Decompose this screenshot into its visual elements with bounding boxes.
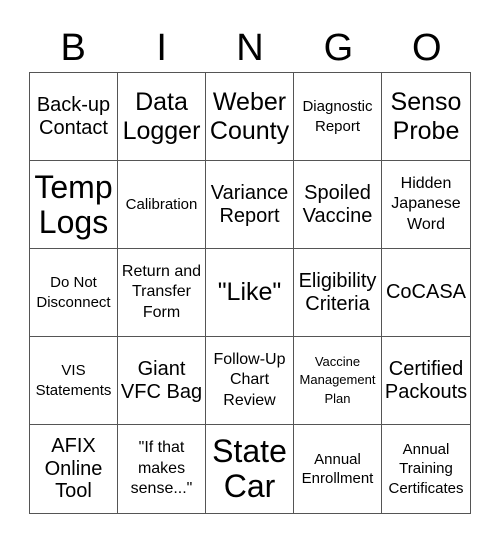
header-letter-g: G <box>323 27 354 69</box>
bingo-cell[interactable]: VIS Statements <box>30 337 118 425</box>
bingo-cell[interactable]: Hidden Japanese Word <box>382 161 470 249</box>
bingo-cell[interactable]: CoCASA <box>382 249 470 337</box>
bingo-cell[interactable]: AFIX Online Tool <box>30 425 118 513</box>
bingo-cell[interactable]: Spoiled Vaccine <box>294 161 382 249</box>
bingo-cell[interactable]: Eligibility Criteria <box>294 249 382 337</box>
header-letter-b: B <box>60 27 86 69</box>
bingo-cell[interactable]: Weber County <box>206 73 294 161</box>
header-letter-i: I <box>156 27 167 69</box>
bingo-cell[interactable]: Senso Probe <box>382 73 470 161</box>
bingo-cell[interactable]: Vaccine Management Plan <box>294 337 382 425</box>
bingo-cell[interactable]: State Car <box>206 425 294 513</box>
bingo-cell[interactable]: Variance Report <box>206 161 294 249</box>
bingo-cell[interactable]: "If that makes sense..." <box>118 425 206 513</box>
header-letter-o: O <box>412 27 442 69</box>
bingo-cell[interactable]: Data Logger <box>118 73 206 161</box>
bingo-grid: Back-up Contact Data Logger Weber County Di… <box>29 72 471 514</box>
header-letter-n: N <box>236 27 264 69</box>
bingo-cell[interactable]: Diagnostic Report <box>294 73 382 161</box>
bingo-cell[interactable]: Temp Logs <box>30 161 118 249</box>
bingo-cell[interactable]: Annual Enrollment <box>294 425 382 513</box>
bingo-cell[interactable]: "Like" <box>206 249 294 337</box>
bingo-cell[interactable]: Giant VFC Bag <box>118 337 206 425</box>
bingo-cell[interactable]: Back-up Contact <box>30 73 118 161</box>
bingo-cell[interactable]: Return and Transfer Form <box>118 249 206 337</box>
bingo-cell[interactable]: Annual Training Certificates <box>382 425 470 513</box>
bingo-cell[interactable]: Certified Packouts <box>382 337 470 425</box>
bingo-header: B I N G O <box>29 26 471 70</box>
bingo-cell[interactable]: Do Not Disconnect <box>30 249 118 337</box>
bingo-cell[interactable]: Calibration <box>118 161 206 249</box>
bingo-cell[interactable]: Follow-Up Chart Review <box>206 337 294 425</box>
